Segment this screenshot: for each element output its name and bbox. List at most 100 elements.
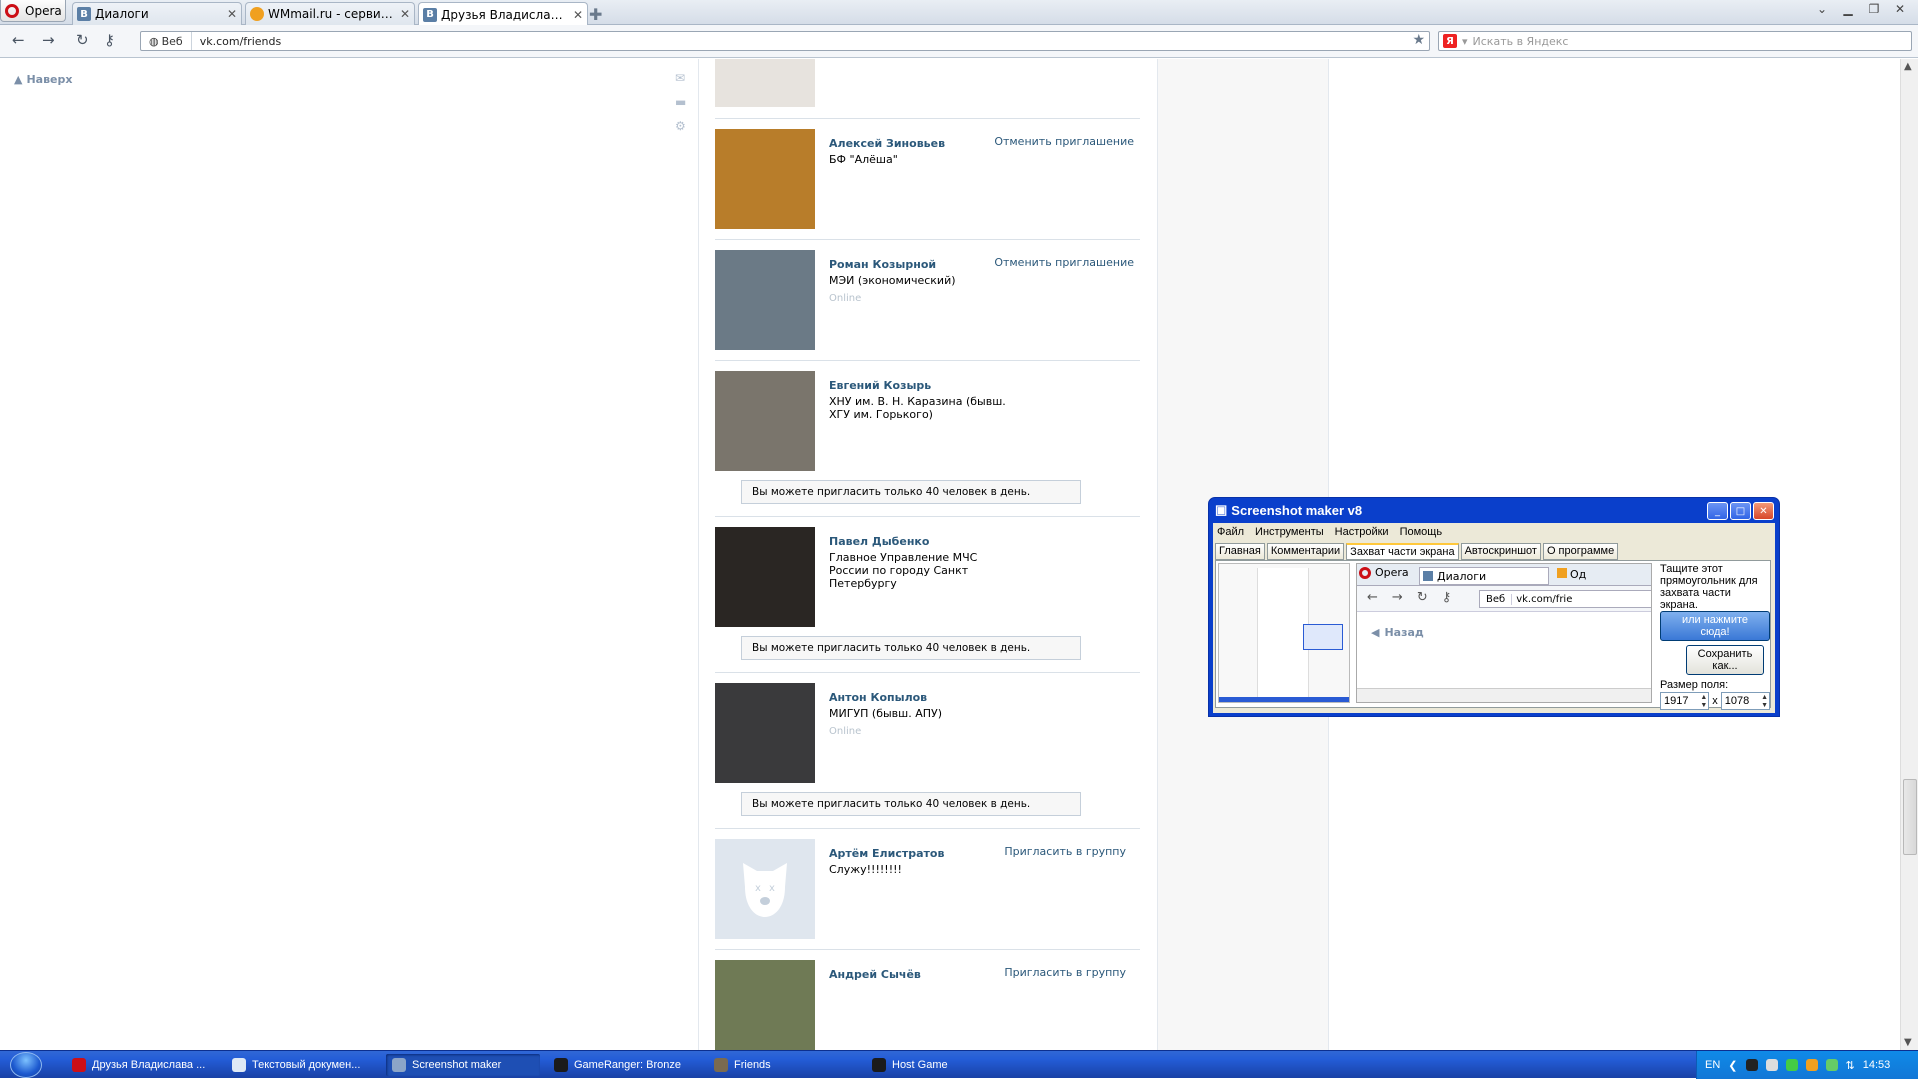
to-top-link[interactable]: ▲ Наверх xyxy=(14,73,73,86)
scroll-up-icon[interactable]: ▲ xyxy=(1904,61,1912,72)
start-button[interactable] xyxy=(10,1052,42,1078)
mail-icon[interactable]: ✉ xyxy=(675,71,686,85)
reload-icon[interactable]: ↻ xyxy=(76,31,89,49)
web-badge[interactable]: ◍ Веб xyxy=(141,32,192,50)
network-icon[interactable]: ⇅ xyxy=(1846,1059,1855,1072)
close-icon[interactable]: ✕ xyxy=(573,8,583,22)
taskbar-item[interactable]: Friends xyxy=(708,1054,858,1076)
url-text[interactable]: vk.com/friends xyxy=(192,35,281,48)
comment-icon[interactable]: ▬ xyxy=(675,95,686,109)
width-value[interactable]: 1917 xyxy=(1664,695,1688,707)
tray-app-icon[interactable] xyxy=(1745,1059,1758,1071)
avatar[interactable] xyxy=(715,250,815,350)
friend-name[interactable]: Евгений Козырь xyxy=(829,379,931,392)
invite-to-group-link[interactable]: Пригласить в группу xyxy=(1004,845,1126,858)
cancel-invite-link[interactable]: Отменить приглашение xyxy=(994,256,1134,269)
menu-tools[interactable]: Инструменты xyxy=(1255,526,1324,538)
capture-button[interactable]: или нажмите сюда! xyxy=(1660,611,1770,641)
taskbar-item[interactable]: Screenshot maker xyxy=(386,1054,540,1076)
forward-icon[interactable]: → xyxy=(42,31,55,49)
browser-tab-dialogs[interactable]: В Диалоги ✕ xyxy=(72,2,242,25)
opera-menu-label: Opera xyxy=(25,3,62,18)
key-icon[interactable]: ⚷ xyxy=(104,31,115,49)
taskbar-label: Screenshot maker xyxy=(412,1059,502,1071)
minimize-icon[interactable]: _ xyxy=(1707,502,1728,520)
avatar[interactable]: xx xyxy=(715,839,815,939)
menu-settings[interactable]: Настройки xyxy=(1335,526,1389,538)
tray-app-icon[interactable] xyxy=(1825,1059,1838,1071)
svg-text:x: x xyxy=(755,883,761,894)
tab-list-icon[interactable]: ⌄ xyxy=(1812,2,1832,16)
tray-app-icon[interactable] xyxy=(1785,1059,1798,1071)
scroll-down-icon[interactable]: ▼ xyxy=(1904,1037,1912,1048)
friend-name[interactable]: Артём Елистратов xyxy=(829,847,944,860)
tab-comments[interactable]: Комментарии xyxy=(1266,543,1345,560)
taskbar-label: Friends xyxy=(734,1059,771,1071)
menu-help[interactable]: Помощь xyxy=(1400,526,1443,538)
close-icon[interactable]: ✕ xyxy=(400,7,410,21)
language-indicator[interactable]: EN xyxy=(1705,1059,1720,1071)
tab-about[interactable]: О программе xyxy=(1542,543,1619,560)
width-spinner[interactable]: 1917 ▲ ▼ xyxy=(1660,692,1710,710)
friend-name[interactable]: Павел Дыбенко xyxy=(829,535,929,548)
online-status: Online xyxy=(829,726,862,737)
taskbar-item[interactable]: Текстовый докумен... xyxy=(226,1054,376,1076)
avatar[interactable] xyxy=(715,59,815,107)
preview-opera-button: Opera xyxy=(1359,566,1409,579)
close-window-icon[interactable]: ✕ xyxy=(1890,2,1910,16)
scroll-thumb[interactable] xyxy=(1903,779,1917,855)
back-icon[interactable]: ← xyxy=(12,31,25,49)
clock[interactable]: 14:53 xyxy=(1863,1059,1891,1071)
vk-icon: В xyxy=(77,7,91,21)
avatar[interactable] xyxy=(715,960,815,1050)
height-spinner[interactable]: 1078 ▲ ▼ xyxy=(1720,692,1770,710)
tray-app-icon[interactable] xyxy=(1805,1059,1818,1071)
menu-file[interactable]: Файл xyxy=(1217,526,1244,538)
tray-app-icon[interactable] xyxy=(1765,1059,1778,1071)
height-value[interactable]: 1078 xyxy=(1725,695,1749,707)
cancel-invite-link[interactable]: Отменить приглашение xyxy=(994,135,1134,148)
browser-tab-wmmail[interactable]: WMmail.ru - сервис поч... ✕ xyxy=(245,2,415,25)
screen-thumbnail[interactable] xyxy=(1218,563,1350,703)
avatar[interactable] xyxy=(715,527,815,627)
friend-row: Евгений Козырь ХНУ им. В. Н. Каразина (б… xyxy=(715,361,1140,517)
spin-arrows-icon[interactable]: ▲ ▼ xyxy=(1761,694,1768,710)
taskbar-item[interactable]: Друзья Владислава ... xyxy=(66,1054,216,1076)
avatar[interactable] xyxy=(715,129,815,229)
taskbar-item[interactable]: GameRanger: Bronze xyxy=(548,1054,698,1076)
bookmark-star-icon[interactable]: ★ xyxy=(1412,32,1425,48)
friend-name[interactable]: Андрей Сычёв xyxy=(829,968,921,981)
close-icon[interactable]: ✕ xyxy=(227,7,237,21)
save-as-button[interactable]: Сохранить как... xyxy=(1686,645,1764,675)
close-icon[interactable]: ✕ xyxy=(1753,502,1774,520)
avatar[interactable] xyxy=(715,683,815,783)
globe-icon: ◍ xyxy=(149,34,159,48)
restore-icon[interactable]: ❐ xyxy=(1864,2,1884,16)
spin-arrows-icon[interactable]: ▲ ▼ xyxy=(1700,694,1707,710)
tab-autoscreenshot[interactable]: Автоскриншот xyxy=(1460,543,1541,560)
page-scrollbar[interactable]: ▲ ▼ xyxy=(1900,59,1918,1050)
browser-tab-friends[interactable]: В Друзья Владислава Ку... ✕ xyxy=(418,2,588,26)
tab-main[interactable]: Главная xyxy=(1215,543,1265,560)
address-field[interactable]: ◍ Веб vk.com/friends ★ xyxy=(140,31,1430,51)
invite-to-group-link[interactable]: Пригласить в группу xyxy=(1004,966,1126,979)
search-field[interactable]: Я ▾ Искать в Яндекс xyxy=(1438,31,1912,51)
capture-panel: Opera Диалоги Од ← → ↻ ⚷ Веб vk.com/frie ◀ На… xyxy=(1215,560,1771,710)
chevron-left-icon[interactable]: ❮ xyxy=(1728,1059,1737,1072)
dropdown-icon[interactable]: ▾ xyxy=(1462,35,1468,48)
tab-capture-region[interactable]: Захват части экрана xyxy=(1346,543,1459,560)
taskbar-item[interactable]: Host Game xyxy=(866,1054,1016,1076)
preview-hscrollbar[interactable] xyxy=(1357,688,1651,702)
minimize-icon[interactable]: ▁ xyxy=(1838,2,1858,16)
capture-preview[interactable]: Opera Диалоги Од ← → ↻ ⚷ Веб vk.com/frie ◀ На… xyxy=(1356,563,1652,703)
maximize-icon[interactable]: □ xyxy=(1730,502,1751,520)
friend-name[interactable]: Роман Козырной xyxy=(829,258,936,271)
friend-name[interactable]: Алексей Зиновьев xyxy=(829,137,945,150)
opera-menu-button[interactable]: Opera xyxy=(0,0,66,22)
friend-name[interactable]: Антон Копылов xyxy=(829,691,927,704)
settings-icon[interactable]: ⚙ xyxy=(675,119,686,133)
search-placeholder: Искать в Яндекс xyxy=(1472,34,1569,48)
new-tab-icon[interactable]: ✚ xyxy=(589,5,602,24)
avatar[interactable] xyxy=(715,371,815,471)
preview-back-label: Назад xyxy=(1384,626,1424,639)
